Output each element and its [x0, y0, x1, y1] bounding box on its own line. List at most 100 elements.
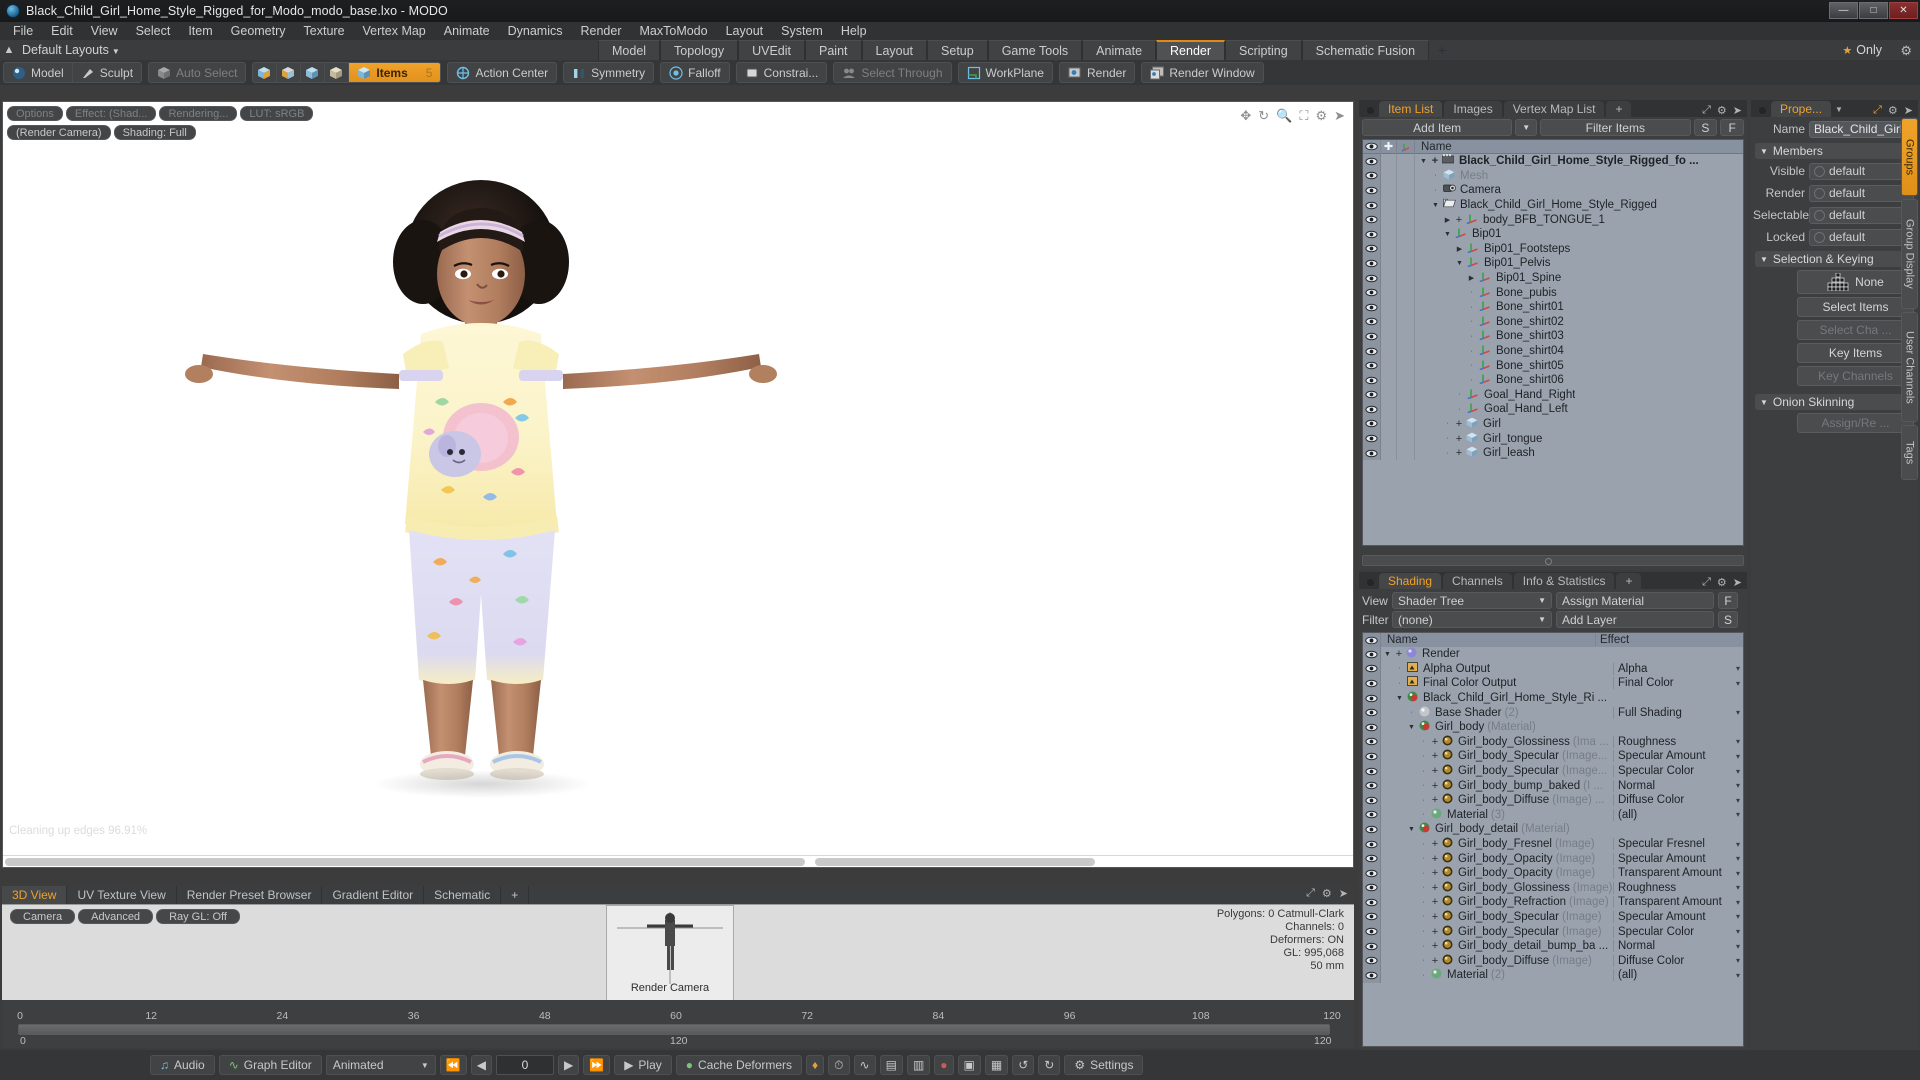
item-list-tab-+[interactable]: + [1606, 101, 1632, 117]
table-row[interactable]: ▼ Bip01 [1363, 226, 1743, 242]
table-row[interactable]: · Alpha Output Alpha ▾ [1363, 661, 1743, 677]
add-column-header[interactable]: ✚ [1381, 140, 1397, 154]
chevron-down-icon[interactable]: ▾ [1736, 912, 1743, 921]
table-row[interactable]: ▶ + body_BFB_TONGUE_1 [1363, 212, 1743, 227]
shader-tree-dropdown[interactable]: Shader Tree ▼ [1392, 592, 1552, 609]
locator-cell[interactable] [1397, 343, 1415, 359]
add-cell[interactable] [1381, 168, 1397, 184]
timeline-ruler[interactable]: 0 12 24 36 48 60 72 84 96 108 120 [2, 1000, 1354, 1022]
chevron-down-icon[interactable]: ▼ [1835, 105, 1843, 114]
menu-item-item[interactable]: Item [179, 23, 221, 39]
table-row[interactable]: · + Girl_body_Opacity (Image) Transparent Am… [1363, 865, 1743, 881]
table-row[interactable]: · + Girl_body_Diffuse (Image) ... Diffuse Co… [1363, 792, 1743, 808]
locator-cell[interactable] [1397, 197, 1415, 213]
visibility-toggle[interactable] [1363, 226, 1381, 242]
filter-f-button[interactable]: F [1720, 119, 1745, 136]
chevron-right-icon[interactable]: ➤ [1334, 108, 1345, 124]
menu-item-dynamics[interactable]: Dynamics [499, 23, 572, 39]
visibility-toggle[interactable] [1363, 372, 1381, 388]
toolbar-button-symmetry[interactable]: Symmetry [564, 63, 653, 82]
camera-pill-ray-gl-off[interactable]: Ray GL: Off [156, 909, 240, 924]
toolbar-button-constrai-[interactable]: Constrai... [737, 63, 827, 82]
select-items-button[interactable]: Select Items [1797, 297, 1914, 317]
expand-plus-icon[interactable]: + [1431, 750, 1439, 762]
table-row[interactable]: · + Girl_body_Specular (Image... Specular Am… [1363, 749, 1743, 764]
loop-icon[interactable]: ↺ [1012, 1055, 1035, 1075]
add-cell[interactable] [1381, 314, 1397, 330]
add-cell[interactable] [1381, 372, 1397, 388]
table-row[interactable]: · + Girl_body_Specular (Image... Specular Co… [1363, 763, 1743, 779]
table-row[interactable]: · Material (2) (all) ▾ [1363, 968, 1743, 983]
chevron-right-icon[interactable]: ➤ [1733, 576, 1742, 589]
toolbar-button-render-window[interactable]: Render Window [1142, 63, 1262, 82]
current-frame-input[interactable]: 0 [496, 1055, 554, 1075]
locator-cell[interactable] [1397, 372, 1415, 388]
item-list-tab-vertex-map-list[interactable]: Vertex Map List [1503, 101, 1605, 117]
item-list-tab-images[interactable]: Images [1444, 101, 1502, 117]
gear-icon[interactable]: ⚙ [1717, 104, 1727, 117]
locator-cell[interactable] [1397, 402, 1415, 417]
toolbar-button-action-center[interactable]: Action Center [448, 63, 556, 82]
filter-s-button[interactable]: S [1693, 119, 1718, 136]
visibility-toggle[interactable] [1363, 445, 1381, 461]
shading-tab-channels[interactable]: Channels [1443, 573, 1512, 589]
locator-cell[interactable] [1397, 329, 1415, 344]
add-item-button[interactable]: Add Item [1362, 119, 1513, 136]
snap-icon[interactable]: ▣ [957, 1055, 981, 1075]
menu-item-render[interactable]: Render [572, 23, 631, 39]
visibility-toggle[interactable] [1363, 402, 1381, 417]
toolbar-button-sculpt[interactable]: Sculpt [73, 63, 141, 82]
visibility-toggle[interactable] [1363, 719, 1381, 735]
locator-cell[interactable] [1397, 285, 1415, 300]
visibility-toggle[interactable] [1363, 778, 1381, 793]
visibility-toggle[interactable] [1363, 690, 1381, 706]
viewport-tab-render-preset-browser[interactable]: Render Preset Browser [177, 886, 323, 904]
skip-start-button[interactable]: ⏪ [439, 1055, 467, 1075]
toolbar-items-button[interactable]: Items 5 [349, 63, 441, 82]
property-dropdown-locked[interactable]: default▼ [1809, 228, 1914, 246]
add-cell[interactable] [1381, 329, 1397, 344]
expand-plus-icon[interactable]: + [1455, 433, 1463, 445]
range2-icon[interactable]: ▥ [906, 1055, 931, 1075]
visibility-toggle[interactable] [1363, 299, 1381, 315]
add-cell[interactable] [1381, 270, 1397, 286]
expand-plus-icon[interactable]: + [1431, 940, 1439, 952]
property-knob-icon[interactable] [1814, 209, 1825, 221]
menu-item-texture[interactable]: Texture [295, 23, 354, 39]
visibility-toggle[interactable] [1363, 938, 1381, 954]
viewport-tab-uv-texture-view[interactable]: UV Texture View [67, 886, 177, 904]
table-row[interactable]: · + Girl_body_Specular (Image) Specular Colo… [1363, 924, 1743, 939]
expand-plus-icon[interactable]: + [1431, 911, 1439, 923]
disclosure-down-icon[interactable]: ▼ [1395, 695, 1404, 702]
chevron-down-icon[interactable]: ▾ [1736, 927, 1743, 936]
snap2-icon[interactable]: ▦ [984, 1055, 1009, 1075]
chevron-down-icon[interactable]: ▾ [1736, 708, 1743, 717]
table-row[interactable]: · Material (3) (all) ▾ [1363, 807, 1743, 823]
expand-icon[interactable]: ⤢ [1306, 887, 1315, 900]
layout-tab-setup[interactable]: Setup [927, 40, 988, 60]
chevron-down-icon[interactable]: ▾ [1736, 752, 1743, 761]
disclosure-down-icon[interactable]: ▼ [1407, 724, 1416, 731]
add-cell[interactable] [1381, 343, 1397, 359]
menu-item-file[interactable]: File [4, 23, 42, 39]
visibility-toggle[interactable] [1363, 705, 1381, 720]
chevron-down-icon[interactable]: ▾ [1736, 942, 1743, 951]
toolbar-button-workplane[interactable]: WorkPlane [959, 63, 1052, 82]
locator-cell[interactable] [1397, 256, 1415, 271]
menu-item-maxtomodo[interactable]: MaxToModo [631, 23, 717, 39]
chevron-right-icon[interactable]: ➤ [1339, 887, 1348, 900]
table-row[interactable]: ▼ Girl_body_detail (Material) [1363, 822, 1743, 837]
expand-icon[interactable]: ⤢ [1702, 576, 1711, 589]
side-tab-groups[interactable]: Groups [1901, 118, 1918, 196]
step-back-button[interactable]: ◀ [470, 1055, 492, 1075]
visibility-toggle[interactable] [1363, 183, 1381, 198]
table-row[interactable]: · Bone_shirt04 [1363, 343, 1743, 359]
table-row[interactable]: ▼ + Black_Child_Girl_Home_Style_Rigged_fo … [1363, 154, 1743, 169]
visibility-toggle[interactable] [1363, 749, 1381, 764]
side-tab-tags[interactable]: Tags [1901, 425, 1918, 480]
toolbar-vertex-icon[interactable] [253, 63, 278, 82]
rotate-icon[interactable]: ↻ [1258, 108, 1269, 124]
table-row[interactable]: · Camera [1363, 183, 1743, 198]
cycle-icon[interactable]: ↻ [1038, 1055, 1061, 1075]
add-cell[interactable] [1381, 285, 1397, 300]
